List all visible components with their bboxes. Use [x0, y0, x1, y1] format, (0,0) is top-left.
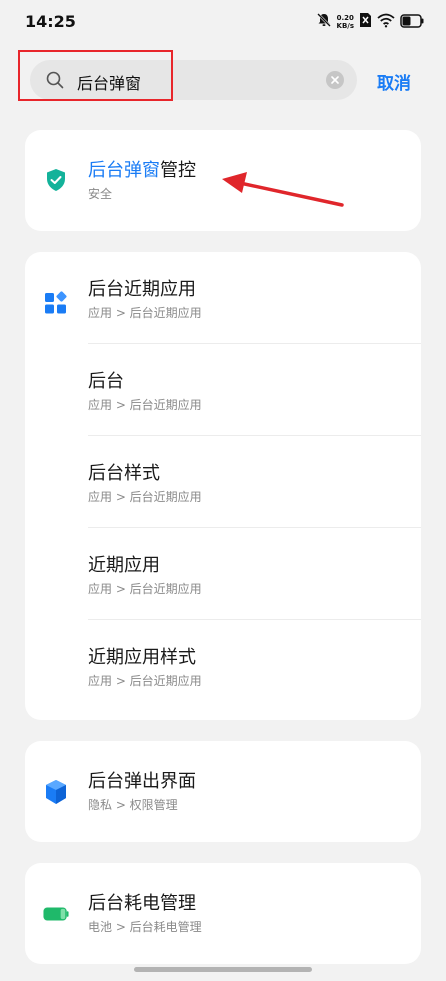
result-card: 后台弹窗管控 安全: [25, 130, 421, 231]
cancel-button[interactable]: 取消: [377, 69, 411, 94]
result-subtitle: 应用 > 后台近期应用: [88, 398, 202, 412]
result-text: 后台弹出界面 隐私 > 权限管理: [88, 771, 196, 812]
status-icons: 0.20 KB/s: [316, 12, 424, 32]
result-text: 后台近期应用 应用 > 后台近期应用: [88, 279, 202, 320]
result-item-background-popup-ui[interactable]: 后台弹出界面 隐私 > 权限管理: [25, 741, 421, 842]
result-card: 后台耗电管理 电池 > 后台耗电管理: [25, 863, 421, 964]
net-speed-unit: KB/s: [336, 22, 354, 30]
result-item-background-recent-apps[interactable]: 后台近期应用 应用 > 后台近期应用: [25, 252, 421, 344]
result-item-background-style[interactable]: 后台样式 应用 > 后台近期应用: [25, 436, 421, 528]
result-subtitle: 安全: [88, 187, 113, 201]
result-subtitle: 电池 > 后台耗电管理: [88, 920, 202, 934]
battery-icon: [400, 13, 424, 32]
result-text: 近期应用样式 应用 > 后台近期应用: [88, 647, 202, 688]
sim-icon: [359, 12, 372, 32]
result-item-background[interactable]: 后台 应用 > 后台近期应用: [25, 344, 421, 436]
result-text: 近期应用 应用 > 后台近期应用: [88, 555, 202, 596]
result-subtitle: 应用 > 后台近期应用: [88, 490, 202, 504]
result-text: 后台弹窗管控 安全: [88, 160, 196, 201]
battery-level-icon: [43, 901, 69, 927]
privacy-cube-icon: [43, 779, 69, 805]
result-subtitle: 应用 > 后台近期应用: [88, 306, 202, 320]
result-item-background-popup-control[interactable]: 后台弹窗管控 安全: [25, 130, 421, 231]
result-subtitle: 应用 > 后台近期应用: [88, 674, 202, 688]
clear-icon[interactable]: [326, 71, 344, 89]
result-title-highlight: 后台弹窗: [88, 160, 160, 181]
result-title: 后台弹出界面: [88, 771, 196, 792]
result-item-background-power[interactable]: 后台耗电管理 电池 > 后台耗电管理: [25, 863, 421, 964]
wifi-icon: [377, 13, 395, 32]
result-title: 后台样式: [88, 463, 160, 484]
result-title-rest: 管控: [160, 160, 196, 181]
result-title: 后台近期应用: [88, 279, 196, 300]
result-text: 后台样式 应用 > 后台近期应用: [88, 463, 202, 504]
result-title: 近期应用: [88, 555, 160, 576]
result-text: 后台耗电管理 电池 > 后台耗电管理: [88, 893, 202, 934]
status-time: 14:25: [25, 12, 76, 31]
result-text: 后台 应用 > 后台近期应用: [88, 371, 202, 412]
result-subtitle: 隐私 > 权限管理: [88, 798, 178, 812]
result-item-recent-apps-style[interactable]: 近期应用样式 应用 > 后台近期应用: [25, 620, 421, 712]
net-speed-value: 0.20: [336, 14, 354, 22]
result-title: 后台耗电管理: [88, 893, 196, 914]
search-highlight-annotation: [18, 50, 173, 101]
result-card-group: 后台近期应用 应用 > 后台近期应用 后台 应用 > 后台近期应用 后台样式 应…: [25, 252, 421, 720]
result-title: 后台: [88, 371, 124, 392]
net-speed: 0.20 KB/s: [337, 14, 354, 30]
status-bar: 14:25 0.20 KB/s: [0, 0, 446, 46]
result-title: 后台弹窗管控: [88, 160, 196, 182]
home-indicator[interactable]: [134, 967, 312, 972]
result-title: 近期应用样式: [88, 647, 196, 668]
shield-check-icon: [43, 167, 69, 193]
apps-grid-icon: [43, 290, 69, 316]
result-card: 后台弹出界面 隐私 > 权限管理: [25, 741, 421, 842]
result-subtitle: 应用 > 后台近期应用: [88, 582, 202, 596]
bell-off-icon: [316, 12, 332, 32]
result-item-recent-apps[interactable]: 近期应用 应用 > 后台近期应用: [25, 528, 421, 620]
